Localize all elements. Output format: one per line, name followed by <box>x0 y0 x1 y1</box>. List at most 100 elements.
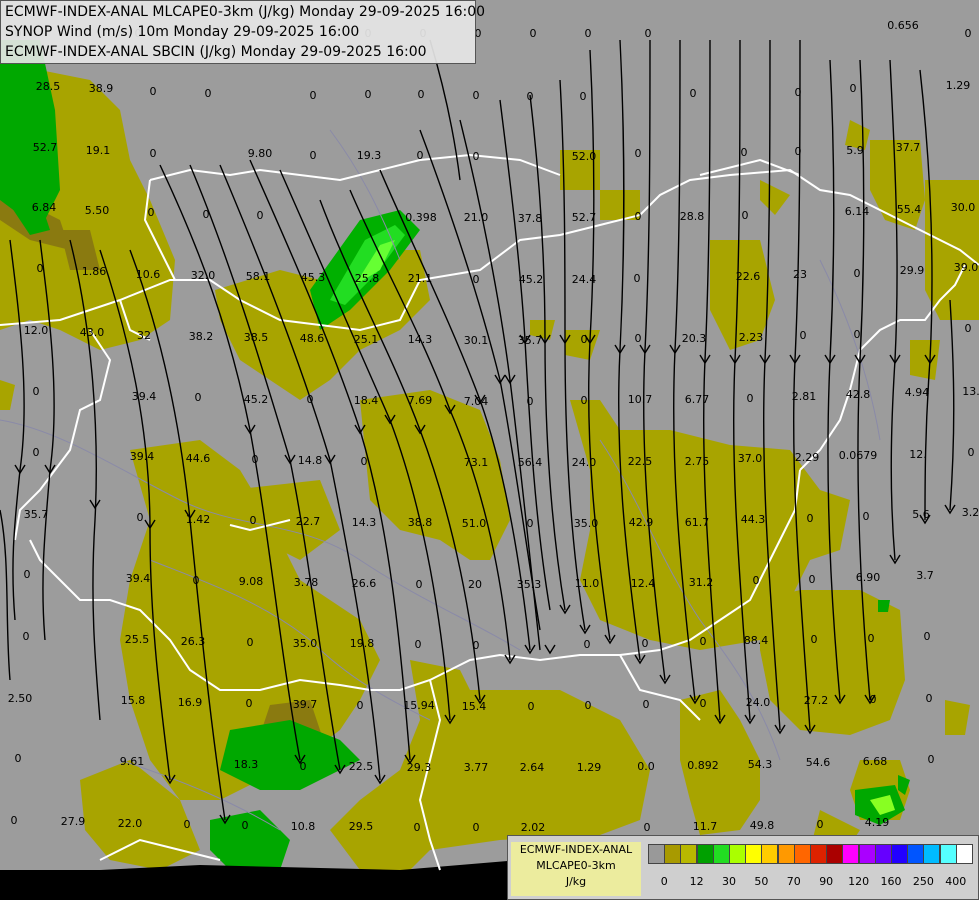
map-value-label: 55.4 <box>897 203 922 216</box>
map-value-label: 9.08 <box>239 575 264 588</box>
map-value-label: 5.50 <box>85 204 110 217</box>
legend-swatch <box>777 844 795 864</box>
map-value-label: 0 <box>473 89 480 102</box>
map-value-label: 0 <box>528 700 535 713</box>
map-value-label: 0 <box>150 85 157 98</box>
map-value-label: 19.3 <box>357 149 382 162</box>
map-value-label: 0 <box>795 86 802 99</box>
header-line-sbcin: ECMWF-INDEX-ANAL SBCIN (J/kg) Monday 29-… <box>5 44 427 60</box>
map-value-label: 0 <box>868 632 875 645</box>
map-value-label: 0 <box>635 332 642 345</box>
map-value-label: 0 <box>634 272 641 285</box>
header-line-wind: SYNOP Wind (m/s) 10m Monday 29-09-2025 1… <box>5 24 360 40</box>
map-value-label: 15.8 <box>121 694 146 707</box>
map-value-label: 7.69 <box>408 394 433 407</box>
map-value-label: 3.29 <box>962 506 979 519</box>
map-value-label: 0 <box>257 209 264 222</box>
map-value-label: 7.04 <box>464 395 489 408</box>
map-value-label: 15.4 <box>462 700 487 713</box>
map-value-label: 0 <box>530 27 537 40</box>
map-value-label: 73.1 <box>464 456 489 469</box>
map-value-label: 0 <box>817 818 824 831</box>
map-value-label: 24.4 <box>572 273 597 286</box>
map-value-label: 39.4 <box>132 390 157 403</box>
map-value-label: 52.7 <box>572 211 597 224</box>
legend-swatch <box>858 844 876 864</box>
map-value-label: 37.8 <box>518 212 543 225</box>
map-value-label: 22.5 <box>628 455 653 468</box>
legend-swatch <box>729 844 746 864</box>
map-value-label: 0 <box>415 638 422 651</box>
map-value-label: 0 <box>753 574 760 587</box>
map-value-label: 45.3 <box>301 271 326 284</box>
map-value-label: 0 <box>965 322 972 335</box>
map-value-label: 10.8 <box>291 820 316 833</box>
map-value-label: 38.9 <box>89 82 114 95</box>
map-value-label: 29.5 <box>349 820 374 833</box>
map-value-label: 0 <box>863 510 870 523</box>
map-value-label: 39.4 <box>126 572 151 585</box>
map-value-label: 0 <box>365 88 372 101</box>
map-value-label: 22.5 <box>349 760 374 773</box>
legend-unit: J/kg <box>565 875 587 888</box>
map-value-label: 45.2 <box>244 393 269 406</box>
map-value-label: 29.3 <box>407 761 432 774</box>
legend-swatch <box>648 844 665 864</box>
map-value-label: 0 <box>580 90 587 103</box>
map-value-label: 45.2 <box>519 273 544 286</box>
map-value-label: 0 <box>310 149 317 162</box>
map-value-label: 1.42 <box>186 513 211 526</box>
map-value-label: 38.5 <box>244 331 269 344</box>
legend-swatch <box>810 844 827 864</box>
map-value-label: 21.0 <box>464 211 489 224</box>
map-value-label: 0 <box>926 692 933 705</box>
legend-tick-label: 0 <box>660 875 668 888</box>
map-value-label: 39.4 <box>130 450 155 463</box>
map-value-label: 5.6 <box>912 508 930 521</box>
map-value-label: 0 <box>800 329 807 342</box>
map-value-label: 58.1 <box>246 270 271 283</box>
map-value-label: 24.0 <box>572 456 597 469</box>
map-value-label: 2.81 <box>792 390 817 403</box>
legend-swatch <box>745 844 763 864</box>
map-value-label: 61.7 <box>685 516 710 529</box>
map-value-label: 16.9 <box>178 696 203 709</box>
map-value-label: 26.3 <box>181 635 206 648</box>
map-value-label: 0 <box>247 636 254 649</box>
map-value-label: 0 <box>250 514 257 527</box>
map-value-label: 42.8 <box>846 388 871 401</box>
legend-tick-label: 160 <box>880 875 902 888</box>
map-value-label: 3.78 <box>294 576 319 589</box>
map-value-label: 52.7 <box>33 141 58 154</box>
map-value-label: 30.1 <box>464 334 489 347</box>
map-value-label: 43.0 <box>80 326 105 339</box>
map-value-label: 35.3 <box>517 578 542 591</box>
legend-swatch <box>696 844 714 864</box>
map-value-label: 0 <box>854 328 861 341</box>
map-value-label: 42.9 <box>629 516 654 529</box>
map-value-label: 54.6 <box>806 756 831 769</box>
map-value-label: 0 <box>150 147 157 160</box>
map-value-label: 48.6 <box>300 332 325 345</box>
map-value-label: 4.94 <box>905 386 930 399</box>
map-value-label: 28.8 <box>680 210 705 223</box>
map-value-label: 0 <box>968 446 975 459</box>
map-value-label: 0 <box>414 821 421 834</box>
map-value-label: 20 <box>468 578 482 591</box>
map-value-label: 0 <box>252 453 259 466</box>
map-value-label: 32 <box>137 329 151 342</box>
map-value-label: 0 <box>635 210 642 223</box>
map-value-label: 52.0 <box>572 150 597 163</box>
map-value-label: 18.3 <box>234 758 259 771</box>
map-value-label: 2.29 <box>795 451 820 464</box>
map-value-label: 0 <box>928 753 935 766</box>
map-value-label: 0 <box>195 391 202 404</box>
legend-title-parameter: MLCAPE0-3km <box>536 859 616 872</box>
legend-swatch <box>939 844 957 864</box>
map-value-label: 88.4 <box>744 634 769 647</box>
weather-map: 0 0 0 0 0 0 0 0 0 0 0 0.656 0 28.5 38.9 0 0 0 0 0 0 0 0 0 0 0 1.29… <box>0 0 979 900</box>
map-header: ECMWF-INDEX-ANAL MLCAPE0-3km (J/kg) Mond… <box>0 0 485 64</box>
map-value-label: 2.23 <box>739 331 764 344</box>
map-value-label: 6.90 <box>856 571 881 584</box>
map-value-label: 23 <box>793 268 807 281</box>
